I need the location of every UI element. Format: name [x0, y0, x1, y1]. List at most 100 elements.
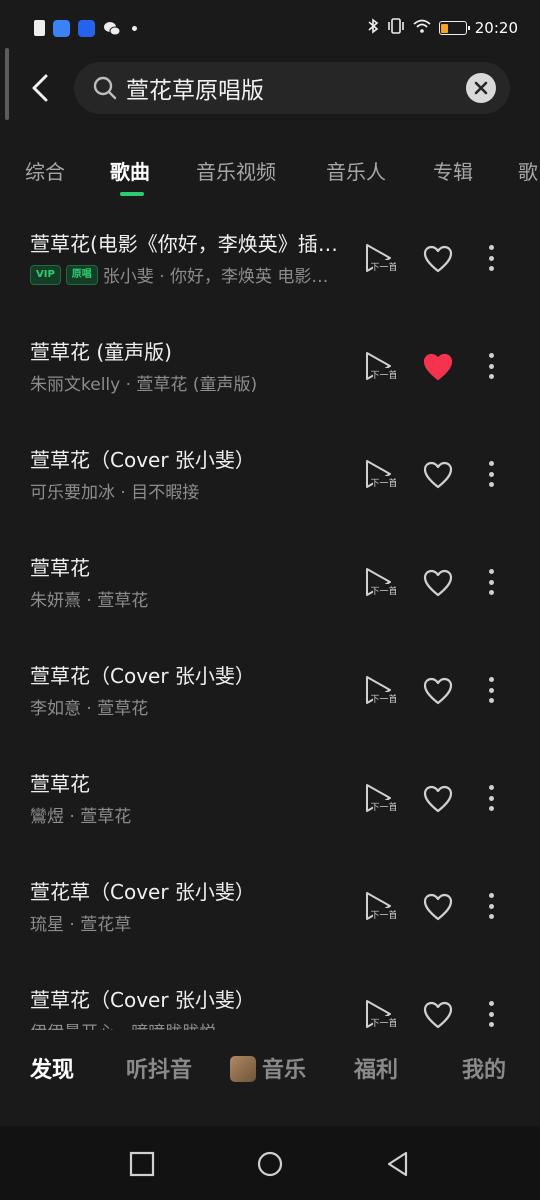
more-dot — [488, 698, 494, 703]
play-next-label: 下一首 — [370, 1017, 396, 1029]
like-button[interactable] — [422, 244, 454, 274]
song-subtitle: 鸞煜 · 萱草花 — [30, 802, 131, 827]
play-next-label: 下一首 — [370, 369, 396, 381]
system-status: 20:20 — [367, 18, 518, 38]
song-artist-album: 伊伊最开心 · 曈曈胧胧悦 — [30, 1018, 216, 1030]
play-next-button[interactable]: 下一首 — [364, 566, 398, 598]
battery-fill — [441, 23, 449, 33]
song-row[interactable]: 萱草花(电影《你好，李焕英》插曲) VIP 原唱 张小斐 · 你好，李焕英 电影原声 下… — [0, 204, 540, 312]
wechat-icon — [103, 20, 121, 37]
song-row[interactable]: 萱草花朱妍熹 · 萱草花 下一首 — [0, 528, 540, 636]
sim-icon — [34, 20, 45, 36]
heart-icon — [423, 1001, 453, 1029]
more-dot — [488, 1022, 494, 1027]
like-button[interactable] — [422, 892, 454, 922]
search-icon — [93, 76, 117, 100]
more-options-button[interactable] — [482, 566, 500, 598]
song-subtitle: 可乐要加冰 · 目不暇接 — [30, 478, 199, 503]
song-title: 萱草花(电影《你好，李焕英》插曲) — [30, 232, 342, 256]
song-subtitle: 伊伊最开心 · 曈曈胧胧悦 — [30, 1018, 216, 1030]
song-row[interactable]: 萱草花鸞煜 · 萱草花 下一首 — [0, 744, 540, 852]
song-subtitle: 李如意 · 萱草花 — [30, 694, 148, 719]
recents-button[interactable] — [128, 1150, 156, 1178]
song-row[interactable]: 萱花草（Cover 张小斐） 琉星 · 萱花草 下一首 — [0, 852, 540, 960]
like-button[interactable] — [422, 352, 454, 382]
more-dot — [488, 914, 494, 919]
song-subtitle: 朱妍熹 · 萱草花 — [30, 586, 148, 611]
tab-comprehensive[interactable]: 综合 — [25, 156, 65, 185]
play-next-button[interactable]: 下一首 — [364, 890, 398, 922]
nav-me[interactable]: 我的 — [462, 1052, 506, 1084]
more-options-button[interactable] — [482, 782, 500, 814]
more-options-button[interactable] — [482, 458, 500, 490]
app-notification-icon — [53, 19, 70, 37]
more-options-button[interactable] — [482, 350, 500, 382]
song-row[interactable]: 萱草花 (童声版) 朱丽文kelly · 萱草花 (童声版) 下一首 — [0, 312, 540, 420]
like-button[interactable] — [422, 676, 454, 706]
more-options-button[interactable] — [482, 242, 500, 274]
category-tabs: 综合 歌曲 音乐视频 音乐人 专辑 歌 — [0, 150, 540, 200]
play-next-button[interactable]: 下一首 — [364, 998, 398, 1030]
like-button[interactable] — [422, 784, 454, 814]
more-dot — [488, 245, 494, 250]
search-input[interactable]: 萱花草原唱版 — [74, 62, 510, 114]
bluetooth-icon — [367, 18, 379, 38]
song-artist-album: 朱妍熹 · 萱草花 — [30, 591, 149, 611]
song-subtitle: 朱丽文kelly · 萱草花 (童声版) — [30, 370, 257, 395]
like-button[interactable] — [422, 568, 454, 598]
back-button[interactable] — [22, 68, 58, 108]
more-dot — [488, 903, 494, 909]
more-options-button[interactable] — [482, 890, 500, 922]
tab-albums[interactable]: 专辑 — [433, 156, 473, 185]
more-dot — [488, 677, 494, 682]
nav-music[interactable]: 音乐 — [230, 1052, 306, 1084]
like-button[interactable] — [422, 1000, 454, 1030]
more-dot — [488, 579, 494, 585]
more-dot — [488, 893, 494, 898]
home-button[interactable] — [256, 1150, 284, 1178]
play-next-button[interactable]: 下一首 — [364, 350, 398, 382]
tab-playlists[interactable]: 歌 — [518, 156, 538, 185]
more-dot — [488, 255, 494, 261]
more-dot — [488, 363, 494, 369]
clock: 20:20 — [474, 19, 518, 37]
status-bar: 20:20 — [0, 0, 540, 56]
back-nav-button[interactable] — [384, 1150, 412, 1178]
edge-handle — [5, 48, 9, 120]
song-row[interactable]: 萱草花（Cover 张小斐） 可乐要加冰 · 目不暇接 下一首 — [0, 420, 540, 528]
heart-icon — [423, 353, 453, 381]
clear-search-button[interactable] — [466, 73, 496, 103]
play-next-icon: 下一首 — [366, 784, 398, 813]
play-next-button[interactable]: 下一首 — [364, 458, 398, 490]
like-button[interactable] — [422, 460, 454, 490]
play-next-button[interactable]: 下一首 — [364, 674, 398, 706]
wifi-icon — [413, 19, 431, 37]
play-next-label: 下一首 — [370, 693, 396, 705]
play-next-button[interactable]: 下一首 — [364, 782, 398, 814]
song-row[interactable]: 萱草花（Cover 张小斐） 李如意 · 萱草花 下一首 — [0, 636, 540, 744]
nav-douyin[interactable]: 听抖音 — [126, 1052, 192, 1084]
song-title: 萱草花（Cover 张小斐） — [30, 988, 255, 1012]
song-title: 萱草花 — [30, 556, 90, 580]
tab-music-videos[interactable]: 音乐视频 — [196, 156, 276, 185]
more-dot-icon — [132, 25, 137, 31]
search-query[interactable]: 萱花草原唱版 — [126, 71, 466, 105]
more-options-button[interactable] — [482, 998, 500, 1030]
play-next-label: 下一首 — [370, 477, 396, 489]
tab-songs[interactable]: 歌曲 — [110, 156, 150, 185]
song-title: 萱花草（Cover 张小斐） — [30, 880, 255, 904]
nav-music-label: 音乐 — [262, 1058, 307, 1083]
song-title: 萱草花 — [30, 772, 90, 796]
nav-discover[interactable]: 发现 — [30, 1052, 74, 1084]
more-options-button[interactable] — [482, 674, 500, 706]
nav-benefits[interactable]: 福利 — [354, 1052, 398, 1084]
tab-artists[interactable]: 音乐人 — [326, 156, 386, 185]
more-dot — [488, 785, 494, 790]
more-dot — [488, 806, 494, 811]
more-dot — [488, 461, 494, 466]
play-next-button[interactable]: 下一首 — [364, 242, 398, 274]
vip-badge: VIP — [30, 264, 61, 285]
more-dot — [488, 353, 494, 358]
vibrate-icon — [387, 18, 405, 38]
song-row[interactable]: 萱草花（Cover 张小斐） 伊伊最开心 · 曈曈胧胧悦 下一首 — [0, 960, 540, 1030]
